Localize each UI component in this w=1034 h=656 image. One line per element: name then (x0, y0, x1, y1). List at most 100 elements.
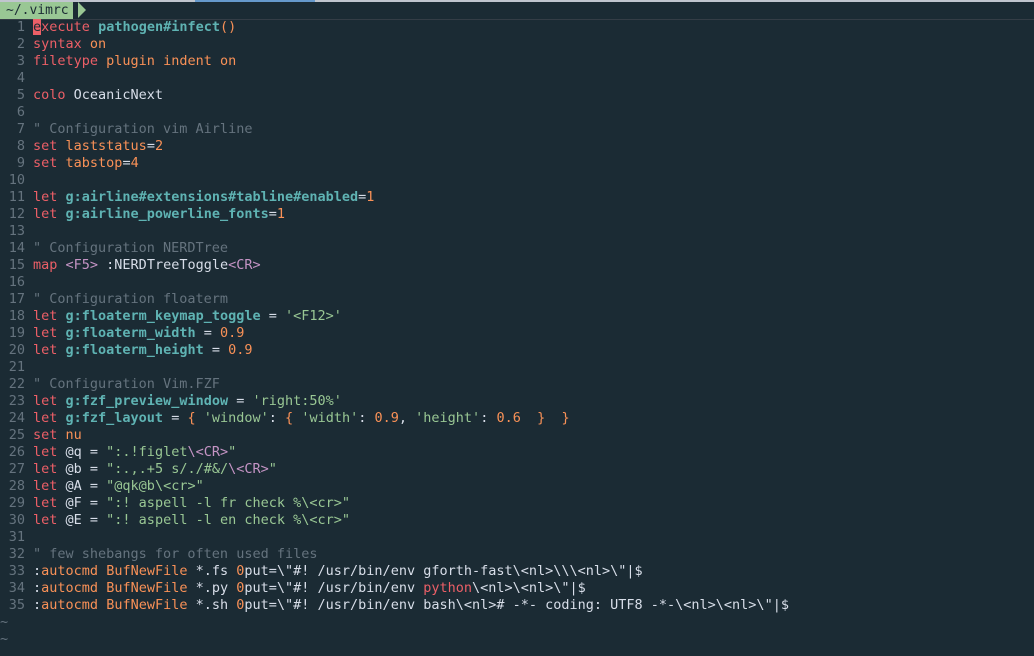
line-number: 12 (8, 206, 25, 222)
code-token: set (33, 155, 58, 171)
code-token: let (33, 512, 58, 528)
code-token: } (561, 410, 570, 426)
code-line[interactable]: 20 let g:floaterm_height = 0.9 (0, 342, 1034, 359)
code-token: let (33, 444, 58, 460)
cursor: e (33, 19, 42, 35)
code-line[interactable]: 7 " Configuration vim Airline (0, 121, 1034, 138)
code-line[interactable]: 14 " Configuration NERDTree (0, 240, 1034, 257)
tab-vimrc[interactable]: ~/.vimrc (0, 2, 73, 19)
code-line[interactable]: 15 map <F5> :NERDTreeToggle<CR> (0, 257, 1034, 274)
line-number: 8 (16, 138, 25, 154)
line-number: 9 (16, 155, 25, 171)
editor-buffer[interactable]: 1 execute pathogen#infect() 2 syntax on 3 fil… (0, 19, 1034, 648)
code-token: = (203, 342, 229, 358)
code-token: = (122, 155, 131, 171)
code-line[interactable]: 2 syntax on (0, 36, 1034, 53)
code-token: @E = (57, 512, 107, 528)
code-token: = (228, 393, 253, 409)
tabline: ~/.vimrc (0, 2, 1034, 20)
line-number: 23 (8, 393, 25, 409)
code-line[interactable]: 10 (0, 172, 1034, 189)
code-token: laststatus (65, 138, 147, 154)
code-line[interactable]: 30 let @E = ":! aspell -l en check %\<cr>… (0, 512, 1034, 529)
line-number: 30 (8, 512, 25, 528)
code-line[interactable]: 16 (0, 274, 1034, 291)
code-token: autocmd (41, 580, 99, 596)
line-number: 4 (16, 70, 25, 86)
code-line[interactable]: 9 set tabstop=4 (0, 155, 1034, 172)
code-line[interactable]: 33:autocmd BufNewFile *.fs 0put=\"#! /us… (0, 563, 1034, 580)
code-line[interactable]: 24 let g:fzf_layout = { 'window': { 'widt… (0, 410, 1034, 427)
code-line[interactable]: 28 let @A = "@qk@b\<cr>" (0, 478, 1034, 495)
line-number: 6 (16, 104, 25, 120)
code-token: 1 (276, 206, 286, 222)
code-line[interactable]: 1 execute pathogen#infect() (0, 19, 1034, 36)
line-number: 3 (16, 53, 25, 69)
line-number: 33 (8, 563, 25, 579)
code-token: g:floaterm_height (65, 342, 204, 358)
code-token: BufNewFile (106, 563, 188, 579)
line-number: 32 (8, 546, 25, 562)
code-line[interactable]: 13 (0, 223, 1034, 240)
code-line[interactable]: 17 " Configuration floaterm (0, 291, 1034, 308)
code-token: : (480, 410, 497, 426)
code-token: xecute (41, 19, 90, 35)
code-token: let (33, 461, 58, 477)
code-token: :NERDTreeToggle (98, 257, 229, 273)
code-line[interactable]: 31 (0, 529, 1034, 546)
code-line[interactable]: 19 let g:floaterm_width = 0.9 (0, 325, 1034, 342)
line-number: 22 (8, 376, 25, 392)
code-token: () (219, 19, 237, 35)
code-line[interactable]: 11 let g:airline#extensions#tabline#enabl… (0, 189, 1034, 206)
code-line[interactable]: 5 colo OceanicNext (0, 87, 1034, 104)
code-token: tabstop (65, 155, 123, 171)
code-line[interactable]: 21 (0, 359, 1034, 376)
code-token: 0.9 (219, 325, 245, 341)
code-line[interactable]: 18 let g:floaterm_keymap_toggle = '<F12>' (0, 308, 1034, 325)
code-line[interactable]: 32 " few shebangs for often used files (0, 546, 1034, 563)
line-number: 21 (8, 359, 25, 375)
code-token: python (423, 580, 472, 596)
line-number: 27 (8, 461, 25, 477)
code-token: : (33, 597, 42, 613)
code-line[interactable]: 27 let @b = ":.,.+5 s/./#&/\<CR>" (0, 461, 1034, 478)
code-line[interactable]: 23 let g:fzf_preview_window = 'right:50%' (0, 393, 1034, 410)
code-line[interactable]: 25 set nu (0, 427, 1034, 444)
code-line[interactable]: 22 " Configuration Vim.FZF (0, 376, 1034, 393)
line-number: 35 (8, 597, 25, 613)
code-line[interactable]: 8 set laststatus=2 (0, 138, 1034, 155)
code-token: g:floaterm_keymap_toggle (65, 308, 261, 324)
code-token: ":.,.+5 s/./#&/ (106, 461, 229, 477)
code-token: *.sh (187, 597, 237, 613)
empty-line-marker: ~ (0, 614, 9, 630)
code-line[interactable]: 4 (0, 70, 1034, 87)
code-token: let (33, 189, 58, 205)
code-token: 'window' (203, 410, 269, 426)
code-token: let (33, 308, 58, 324)
code-token: 'right:50%' (252, 393, 342, 409)
code-line[interactable]: 35:autocmd BufNewFile *.sh 0put=\"#! /us… (0, 597, 1034, 614)
code-line[interactable]: 29 let @F = ":! aspell -l fr check %\<cr>… (0, 495, 1034, 512)
code-token: " Configuration vim Airline (33, 121, 253, 137)
code-token: let (33, 495, 58, 511)
code-line[interactable]: 12 let g:airline_powerline_fonts=1 (0, 206, 1034, 223)
line-number: 31 (8, 529, 25, 545)
code-line[interactable]: 34:autocmd BufNewFile *.py 0put=\"#! /us… (0, 580, 1034, 597)
line-number: 34 (8, 580, 25, 596)
code-line[interactable]: 6 (0, 104, 1034, 121)
code-token: " Configuration NERDTree (33, 240, 229, 256)
code-line[interactable]: 3 filetype plugin indent on (0, 53, 1034, 70)
code-line[interactable]: 26 let @q = ":.!figlet\<CR>" (0, 444, 1034, 461)
code-token: BufNewFile (106, 580, 188, 596)
code-token: \<CR> (187, 444, 229, 460)
